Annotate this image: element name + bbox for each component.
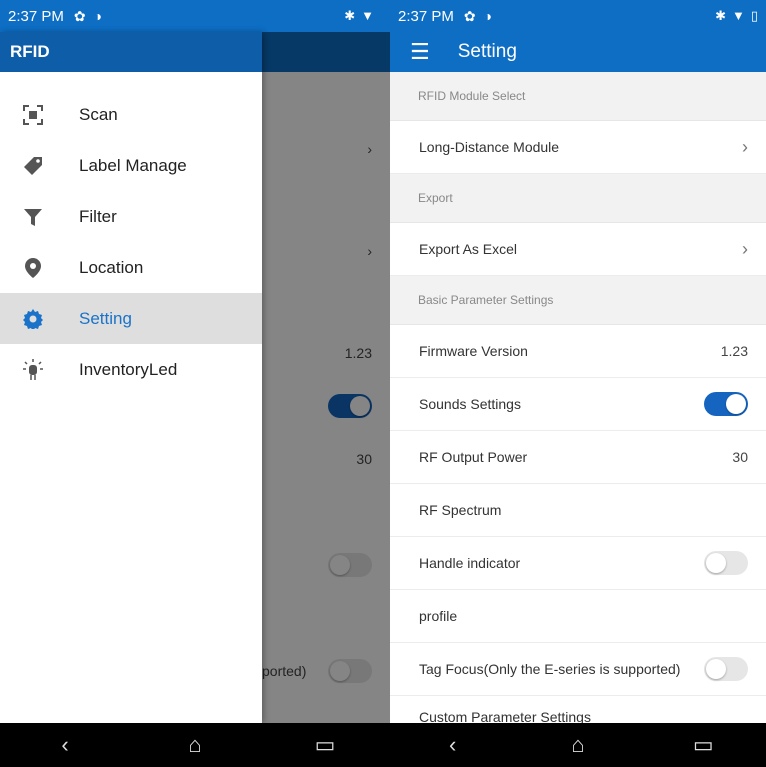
export-excel-row[interactable]: Export As Excel › [390, 223, 766, 276]
right-screen: 2:37 PM ✿ ◑ ✱ ▼ ▯ ☰ Setting RFID Module … [390, 0, 766, 767]
section-header-basic: Basic Parameter Settings [390, 276, 766, 325]
drawer-item-label: Setting [79, 308, 132, 328]
recents-icon[interactable]: ▭ [305, 732, 345, 758]
settings-list: RFID Module Select Long-Distance Module … [390, 72, 766, 723]
scan-icon [22, 104, 44, 126]
gear-icon: ✿ [73, 7, 86, 24]
chevron-right-icon: › [742, 238, 748, 259]
firmware-value: 1.23 [720, 343, 748, 359]
row-label: Tag Focus(Only the E-series is supported… [419, 661, 681, 677]
drawer-item-location[interactable]: Location [0, 242, 262, 293]
module-select-row[interactable]: Long-Distance Module › [390, 121, 766, 174]
navigation-bar: ‹ ⌂ ▭ [390, 723, 766, 767]
drawer-item-label: Scan [79, 104, 118, 124]
row-label: Long-Distance Module [419, 139, 560, 155]
row-label: Handle indicator [419, 555, 521, 571]
menu-icon[interactable]: ☰ [410, 39, 430, 65]
led-icon [22, 358, 44, 381]
handle-indicator-row[interactable]: Handle indicator [390, 537, 766, 590]
gear-icon [22, 308, 44, 330]
drawer-item-label: Filter [79, 206, 117, 226]
status-time: 2:37 PM [398, 7, 454, 25]
home-icon[interactable]: ⌂ [175, 732, 215, 758]
rf-output-power-row[interactable]: RF Output Power 30 [390, 431, 766, 484]
data-saver-icon: ◑ [483, 8, 493, 24]
drawer-item-label: InventoryLed [79, 359, 178, 379]
handle-indicator-toggle[interactable] [704, 551, 748, 575]
row-label: profile [419, 608, 458, 624]
rf-power-value: 30 [732, 449, 748, 465]
firmware-version-row: Firmware Version 1.23 [390, 325, 766, 378]
status-bar: 2:37 PM ✿ ◑ ✱ ▼ ▯ [390, 0, 766, 32]
app-bar: ☰ Setting [390, 32, 766, 72]
status-bar: 2:37 PM ✿ ◑ ✱ ▼ [0, 0, 390, 32]
bluetooth-icon: ✱ [715, 8, 726, 23]
gear-icon: ✿ [463, 7, 476, 24]
rf-spectrum-row[interactable]: RF Spectrum [390, 484, 766, 537]
navigation-drawer: RFID Scan Label Manage Filter Location S… [0, 32, 262, 723]
row-label: Sounds Settings [419, 396, 521, 412]
battery-icon: ▯ [750, 8, 758, 23]
bluetooth-icon: ✱ [344, 8, 356, 23]
home-icon[interactable]: ⌂ [558, 732, 598, 758]
profile-row[interactable]: profile [390, 590, 766, 643]
status-time: 2:37 PM [8, 7, 64, 25]
left-screen: 2:37 PM ✿ ◑ ✱ ▼ › › 1.23 30 ported) RFID [0, 0, 390, 767]
filter-icon [22, 206, 44, 228]
drawer-item-scan[interactable]: Scan [0, 89, 262, 140]
chevron-right-icon: › [742, 136, 748, 157]
drawer-item-label-manage[interactable]: Label Manage [0, 140, 262, 191]
row-label: Custom Parameter Settings [419, 709, 591, 723]
drawer-list: Scan Label Manage Filter Location Settin… [0, 89, 262, 395]
drawer-item-inventoryled[interactable]: InventoryLed [0, 344, 262, 395]
tag-focus-row[interactable]: Tag Focus(Only the E-series is supported… [390, 643, 766, 696]
tag-focus-toggle[interactable] [704, 657, 748, 681]
drawer-title: RFID [0, 32, 262, 72]
recents-icon[interactable]: ▭ [683, 732, 723, 758]
custom-parameter-settings-row: Custom Parameter Settings [390, 696, 766, 723]
row-label: RF Spectrum [419, 502, 502, 518]
section-header-export: Export [390, 174, 766, 223]
location-icon [22, 257, 44, 279]
row-label: Firmware Version [419, 343, 528, 359]
wifi-icon: ▼ [361, 8, 374, 23]
drawer-item-setting[interactable]: Setting [0, 293, 262, 344]
back-icon[interactable]: ‹ [45, 732, 85, 758]
page-title: Setting [457, 41, 517, 62]
data-saver-icon: ◑ [93, 8, 103, 24]
drawer-item-label: Location [79, 257, 144, 277]
back-icon[interactable]: ‹ [433, 732, 473, 758]
wifi-icon: ▼ [731, 8, 745, 23]
row-label: RF Output Power [419, 449, 528, 465]
sounds-settings-row[interactable]: Sounds Settings [390, 378, 766, 431]
tag-icon [22, 155, 44, 177]
row-label: Export As Excel [419, 241, 518, 257]
drawer-item-label: Label Manage [79, 155, 187, 175]
sounds-toggle[interactable] [704, 392, 748, 416]
navigation-bar: ‹ ⌂ ▭ [0, 723, 390, 767]
section-header-rfid: RFID Module Select [390, 72, 766, 121]
drawer-item-filter[interactable]: Filter [0, 191, 262, 242]
